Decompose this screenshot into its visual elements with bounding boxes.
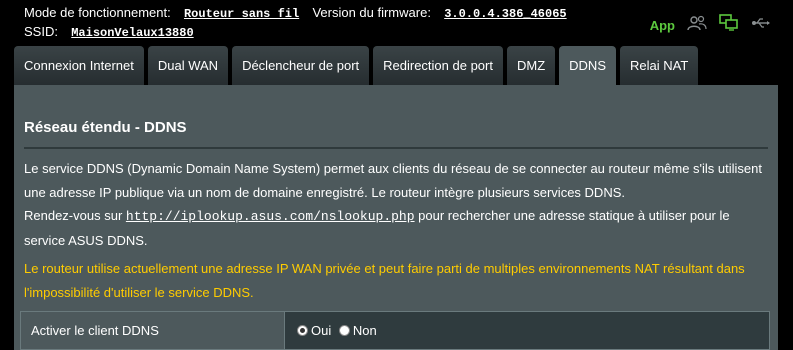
tab-label: Relai NAT xyxy=(630,58,689,73)
tab-label: Dual WAN xyxy=(157,58,219,73)
description-line: service ASUS DDNS. xyxy=(24,232,148,248)
top-icons: App xyxy=(650,14,771,36)
ssid-link[interactable]: MaisonVelaux13880 xyxy=(71,26,193,40)
description-line: Le service DDNS (Dynamic Domain Name Sys… xyxy=(24,161,762,176)
content-panel: Réseau étendu - DDNS Le service DDNS (Dy… xyxy=(14,85,778,350)
tab-ddns[interactable]: DDNS xyxy=(559,46,616,85)
users-icon[interactable] xyxy=(687,15,707,36)
tab-bar: Connexion Internet Dual WAN Déclencheur … xyxy=(14,46,699,85)
ddns-enable-options: Oui Non xyxy=(285,312,769,349)
usb-icon[interactable] xyxy=(751,16,771,35)
page-title: Réseau étendu - DDNS xyxy=(24,119,187,136)
tab-label: Déclencheur de port xyxy=(242,58,360,73)
warning-line: l'impossibilité d'utiliser le service DD… xyxy=(24,284,254,300)
tab-connexion-internet[interactable]: Connexion Internet xyxy=(14,46,144,85)
iplookup-link[interactable]: http://iplookup.asus.com/nslookup.php xyxy=(126,209,415,224)
tab-label: DDNS xyxy=(569,58,606,73)
tab-dmz[interactable]: DMZ xyxy=(506,46,556,85)
ddns-enable-label: Activer le client DDNS xyxy=(21,312,285,349)
mode-label: Mode de fonctionnement: xyxy=(24,5,171,20)
network-monitor-icon[interactable] xyxy=(719,14,739,36)
radio-oui-label[interactable]: Oui xyxy=(311,323,331,338)
description: Le service DDNS (Dynamic Domain Name Sys… xyxy=(24,157,768,252)
app-link[interactable]: App xyxy=(650,18,675,33)
description-text: Rendez-vous sur xyxy=(24,208,126,223)
tab-redirection-de-port[interactable]: Redirection de port xyxy=(373,46,503,85)
ddns-enable-row: Activer le client DDNS Oui Non xyxy=(20,311,770,350)
ssid-label: SSID: xyxy=(24,24,58,39)
title-divider xyxy=(24,147,768,149)
radio-oui[interactable] xyxy=(297,325,308,336)
status-line-mode: Mode de fonctionnement: Routeur sans fil… xyxy=(24,5,567,21)
tab-dual-wan[interactable]: Dual WAN xyxy=(147,46,229,85)
tab-label: Connexion Internet xyxy=(24,58,134,73)
tab-declencheur-de-port[interactable]: Déclencheur de port xyxy=(232,46,370,85)
status-line-ssid: SSID: MaisonVelaux13880 xyxy=(24,24,194,40)
radio-non[interactable] xyxy=(338,325,350,336)
tab-relai-nat[interactable]: Relai NAT xyxy=(620,46,699,85)
radio-non-label[interactable]: Non xyxy=(353,323,377,338)
description-line: Rendez-vous sur http://iplookup.asus.com… xyxy=(24,204,768,229)
firmware-link[interactable]: 3.0.0.4.386_46065 xyxy=(444,7,566,21)
description-text: pour rechercher une adresse statique à u… xyxy=(414,208,730,223)
status-bar: Mode de fonctionnement: Routeur sans fil… xyxy=(0,0,793,44)
warning-message: Le routeur utilise actuellement une adre… xyxy=(24,257,768,304)
firmware-label: Version du firmware: xyxy=(312,5,431,20)
warning-line: Le routeur utilise actuellement une adre… xyxy=(24,261,745,276)
mode-link[interactable]: Routeur sans fil xyxy=(184,7,299,21)
tab-label: Redirection de port xyxy=(383,58,493,73)
description-line: une adresse IP publique via un nom de do… xyxy=(24,184,625,200)
tab-label: DMZ xyxy=(516,58,546,73)
